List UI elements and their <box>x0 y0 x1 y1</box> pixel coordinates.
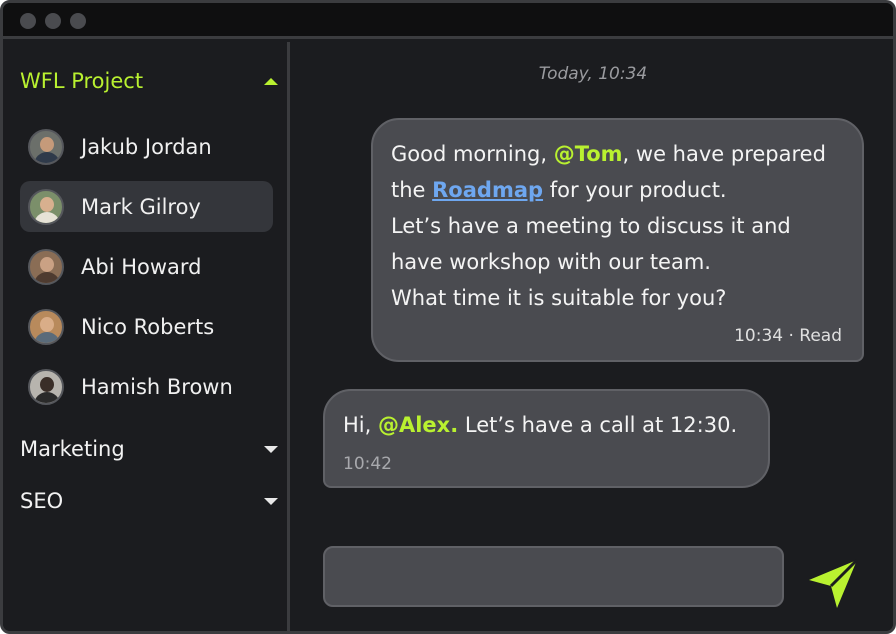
contact-name: Hamish Brown <box>81 374 233 399</box>
group-marketing[interactable]: Marketing <box>20 434 278 464</box>
message-line: the Roadmap for your product. <box>391 178 727 202</box>
mention[interactable]: @Alex. <box>378 413 458 437</box>
roadmap-link[interactable]: Roadmap <box>432 178 543 202</box>
message-line: Good morning, @Tom, we have prepared <box>391 142 826 166</box>
avatar <box>28 308 64 345</box>
contact-nico-roberts[interactable]: Nico Roberts <box>20 301 273 352</box>
message-bubble-outgoing: Good morning, @Tom, we have prepared the… <box>371 118 864 362</box>
message-input[interactable] <box>323 546 784 607</box>
group-wfl-project[interactable]: WFL Project <box>20 66 278 96</box>
window-minimize-dot[interactable] <box>45 13 61 29</box>
sidebar: WFL Project Jakub Jordan Mark Gilroy Abi… <box>3 42 290 631</box>
date-separator: Today, 10:34 <box>538 64 648 84</box>
contact-hamish-brown[interactable]: Hamish Brown <box>20 361 273 412</box>
group-seo[interactable]: SEO <box>20 486 278 516</box>
avatar <box>28 248 64 285</box>
avatar <box>28 128 64 165</box>
send-icon <box>809 558 859 608</box>
window-maximize-dot[interactable] <box>70 13 86 29</box>
chat-window: WFL Project Jakub Jordan Mark Gilroy Abi… <box>0 0 896 634</box>
message-line: have workshop with our team. <box>391 250 711 274</box>
send-button[interactable] <box>805 554 863 612</box>
message-bubble-incoming: Hi, @Alex. Let’s have a call at 12:30. 1… <box>323 389 770 488</box>
group-label: SEO <box>20 489 64 513</box>
caret-down-icon[interactable] <box>264 497 278 505</box>
message-line: What time it is suitable for you? <box>391 286 727 310</box>
avatar <box>28 368 64 405</box>
group-label: WFL Project <box>20 69 144 93</box>
contact-name: Jakub Jordan <box>81 134 212 159</box>
title-bar <box>3 3 893 39</box>
avatar <box>28 188 64 225</box>
chat-panel: Today, 10:34 Good morning, @Tom, we have… <box>293 42 893 631</box>
contact-name: Abi Howard <box>81 254 202 279</box>
mention[interactable]: @Tom <box>554 142 623 166</box>
window-close-dot[interactable] <box>20 13 36 29</box>
caret-up-icon[interactable] <box>264 77 278 85</box>
group-label: Marketing <box>20 437 125 461</box>
message-line: Let’s have a meeting to discuss it and <box>391 214 791 238</box>
contact-jakub-jordan[interactable]: Jakub Jordan <box>20 121 273 172</box>
message-meta: 10:42 <box>343 454 392 474</box>
contact-mark-gilroy[interactable]: Mark Gilroy <box>20 181 273 232</box>
message-line: Hi, @Alex. Let’s have a call at 12:30. <box>343 413 738 437</box>
caret-down-icon[interactable] <box>264 445 278 453</box>
contact-name: Mark Gilroy <box>81 194 201 219</box>
message-meta: 10:34 · Read <box>734 326 842 346</box>
contact-abi-howard[interactable]: Abi Howard <box>20 241 273 292</box>
contact-name: Nico Roberts <box>81 314 215 339</box>
